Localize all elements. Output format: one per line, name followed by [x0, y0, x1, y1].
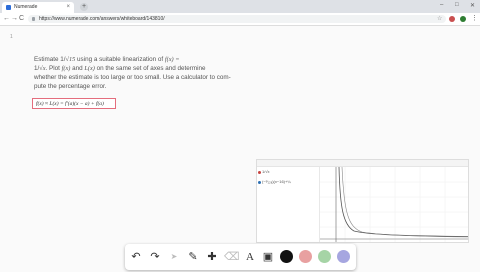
- pen-icon[interactable]: ✎: [186, 250, 200, 264]
- numerade-favicon-icon: [6, 5, 11, 10]
- forward-icon[interactable]: →: [11, 14, 18, 24]
- eraser-icon[interactable]: ⌫: [224, 250, 240, 264]
- undo-icon[interactable]: ↶: [129, 250, 143, 264]
- minimize-button[interactable]: –: [440, 2, 443, 8]
- pointer-icon[interactable]: ➤: [167, 250, 181, 264]
- reload-icon[interactable]: C: [19, 14, 24, 24]
- problem-text: and: [70, 65, 85, 72]
- graph-calculator-window[interactable]: 1/√x (−¹⁄₁₂₈)(x−16)+¼: [256, 159, 469, 243]
- linearization-formula[interactable]: f(x) ≈ L(x) = f′(a)(x − a) + f(a): [32, 98, 116, 109]
- window-close-button[interactable]: ✕: [470, 2, 475, 9]
- problem-text: using a suitable linearization of: [75, 56, 165, 63]
- page-marker: 1: [10, 34, 13, 40]
- problem-line-1: Estimate 1/√15 using a suitable lineariz…: [34, 55, 239, 64]
- lock-icon: [32, 17, 35, 21]
- browser-menu-icon[interactable]: ⋮: [471, 14, 478, 22]
- math-lx: L(x): [84, 65, 95, 72]
- math-fx: f(x) =: [164, 56, 180, 63]
- add-icon[interactable]: ✚: [205, 250, 219, 264]
- problem-line-3: whether the estimate is too large or too…: [34, 74, 231, 81]
- image-icon[interactable]: ▣: [261, 250, 275, 264]
- problem-line-4: pute the percentage error.: [34, 83, 107, 90]
- expression-2-color-icon[interactable]: [258, 181, 261, 184]
- url-text: https://www.numerade.com/answers/whitebo…: [39, 16, 165, 22]
- whiteboard-toolbar: ↶ ↷ ➤ ✎ ✚ ⌫ A ▣: [125, 244, 356, 270]
- expression-2[interactable]: (−¹⁄₁₂₈)(x−16)+¼: [262, 179, 291, 184]
- color-green-swatch[interactable]: [318, 250, 331, 263]
- problem-line-2: 1/√x. Plot f(x) and L(x) on the same set…: [34, 64, 239, 73]
- problem-text: on the same set of axes and determine: [94, 65, 206, 72]
- tab-close-icon[interactable]: ×: [66, 2, 70, 13]
- maximize-button[interactable]: □: [455, 2, 459, 8]
- expression-1[interactable]: 1/√x: [262, 169, 270, 174]
- problem-text: . Plot: [45, 65, 62, 72]
- problem-statement: Estimate 1/√15 using a suitable lineariz…: [34, 55, 239, 91]
- back-icon[interactable]: ←: [3, 14, 10, 24]
- graph-toolbar: [257, 160, 468, 167]
- expression-list: 1/√x (−¹⁄₁₂₈)(x−16)+¼: [257, 167, 320, 242]
- problem-text: Estimate 1/: [34, 56, 66, 63]
- tab-title: Numerade: [14, 4, 38, 10]
- color-black-swatch[interactable]: [280, 250, 293, 263]
- color-pink-swatch[interactable]: [299, 250, 312, 263]
- new-tab-button[interactable]: +: [80, 3, 88, 11]
- curve-l: [341, 167, 468, 238]
- extension-icon-red[interactable]: [449, 16, 455, 22]
- color-purple-swatch[interactable]: [337, 250, 350, 263]
- curve-f: [338, 167, 468, 237]
- browser-toolbar: ← → C https://www.numerade.com/answers/w…: [0, 13, 480, 26]
- address-bar[interactable]: https://www.numerade.com/answers/whitebo…: [28, 15, 446, 23]
- profile-avatar-icon[interactable]: [460, 16, 466, 22]
- graph-plot-area[interactable]: [320, 167, 468, 242]
- browser-tab[interactable]: Numerade ×: [2, 2, 74, 13]
- browser-tabbar: Numerade × + – □ ✕: [0, 0, 480, 13]
- text-icon[interactable]: A: [243, 250, 257, 264]
- redo-icon[interactable]: ↷: [148, 250, 162, 264]
- expression-1-color-icon[interactable]: [258, 171, 261, 174]
- math-root: √15: [65, 56, 76, 63]
- bookmark-star-icon[interactable]: ☆: [437, 15, 442, 22]
